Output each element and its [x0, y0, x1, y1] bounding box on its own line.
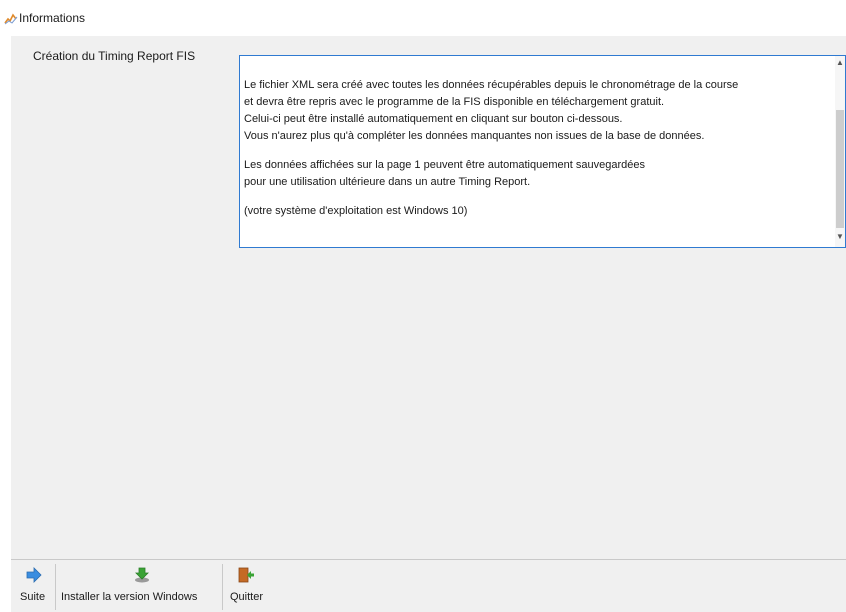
suite-button[interactable]: Suite [11, 560, 54, 612]
suite-label: Suite [20, 591, 46, 603]
bottom-toolbar: Suite Installer la version Windows Quitt… [11, 559, 846, 612]
window-title: Informations [19, 11, 86, 25]
info-line: Les données affichées sur la page 1 peuv… [244, 159, 645, 171]
info-line: et devra être repris avec le programme d… [244, 96, 665, 108]
info-line: (votre système d'exploitation est Window… [244, 205, 468, 217]
info-textbox[interactable]: Le fichier XML sera créé avec toutes les… [239, 55, 846, 248]
scroll-thumb[interactable] [836, 110, 844, 228]
toolbar-divider [55, 564, 56, 610]
scroll-up-icon[interactable]: ▲ [836, 59, 844, 67]
info-line: Le fichier XML sera créé avec toutes les… [244, 79, 739, 91]
section-label: Création du Timing Report FIS [33, 49, 196, 63]
download-install-icon [135, 567, 149, 583]
info-line: Vous n'aurez plus qu'à compléter les don… [244, 130, 705, 142]
scroll-down-icon[interactable]: ▼ [836, 233, 844, 241]
quit-button[interactable]: Quitter [223, 560, 275, 612]
arrow-right-icon [26, 567, 42, 583]
info-line: Celui-ci peut être installé automatiquem… [244, 113, 623, 125]
exit-door-icon [238, 567, 254, 583]
app-chart-icon [4, 13, 18, 25]
install-windows-button[interactable]: Installer la version Windows [57, 560, 220, 612]
info-line: pour une utilisation ultérieure dans un … [244, 176, 531, 188]
vertical-scrollbar[interactable]: ▲ ▼ [835, 56, 845, 247]
quit-label: Quitter [230, 591, 264, 603]
title-bar: Informations [0, 0, 846, 36]
info-text: Le fichier XML sera créé avec toutes les… [244, 77, 830, 220]
install-label: Installer la version Windows [61, 591, 198, 603]
form-panel: Création du Timing Report FIS Le fichier… [11, 36, 846, 559]
